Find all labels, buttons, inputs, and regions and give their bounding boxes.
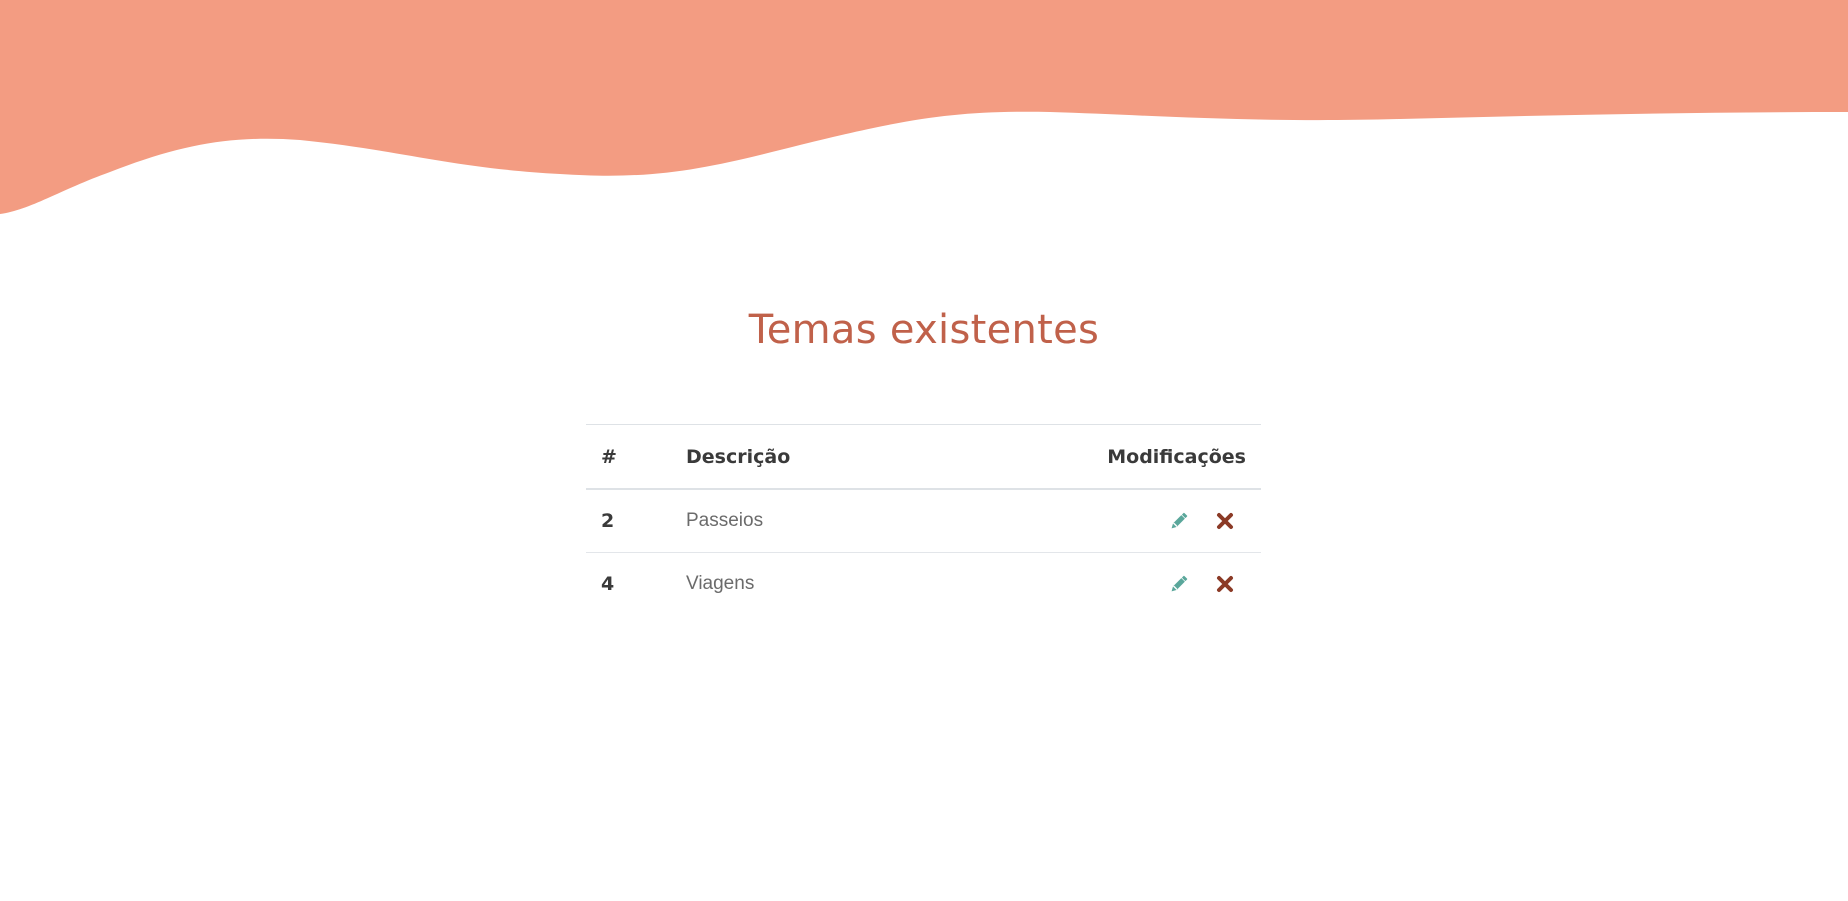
times-icon — [1217, 576, 1233, 592]
row-description: Viagens — [686, 573, 755, 594]
edit-button[interactable] — [1167, 572, 1191, 596]
row-id: 4 — [601, 573, 615, 595]
header-wave — [0, 0, 1848, 214]
column-header-number: # — [586, 424, 671, 490]
header-wave-shape — [0, 0, 1848, 214]
table-body: 2 Passeios 4 Viagens — [586, 489, 1261, 615]
delete-button[interactable] — [1213, 509, 1237, 533]
table-row: 2 Passeios — [586, 489, 1261, 553]
themes-table-container: # Descrição Modificações 2 Passeios 4 Vi… — [586, 424, 1261, 615]
row-actions — [951, 553, 1261, 616]
edit-button[interactable] — [1167, 509, 1191, 533]
row-description: Passeios — [671, 489, 951, 553]
table-header: # Descrição Modificações — [586, 424, 1261, 490]
delete-button[interactable] — [1213, 572, 1237, 596]
themes-table: # Descrição Modificações 2 Passeios 4 Vi… — [586, 424, 1261, 615]
times-icon — [1217, 513, 1233, 529]
row-id: 2 — [586, 489, 671, 553]
pencil-icon — [1171, 575, 1187, 592]
page-title: Temas existentes — [748, 307, 1100, 353]
table-row: 4 Viagens — [586, 553, 1261, 616]
page: Temas existentes # Descrição Modificaçõe… — [0, 0, 1848, 901]
column-header-description: Descrição — [671, 424, 951, 490]
pencil-icon — [1171, 512, 1187, 529]
table-header-row: # Descrição Modificações — [586, 424, 1261, 490]
row-actions — [951, 489, 1261, 553]
column-header-modifications: Modificações — [951, 424, 1261, 490]
